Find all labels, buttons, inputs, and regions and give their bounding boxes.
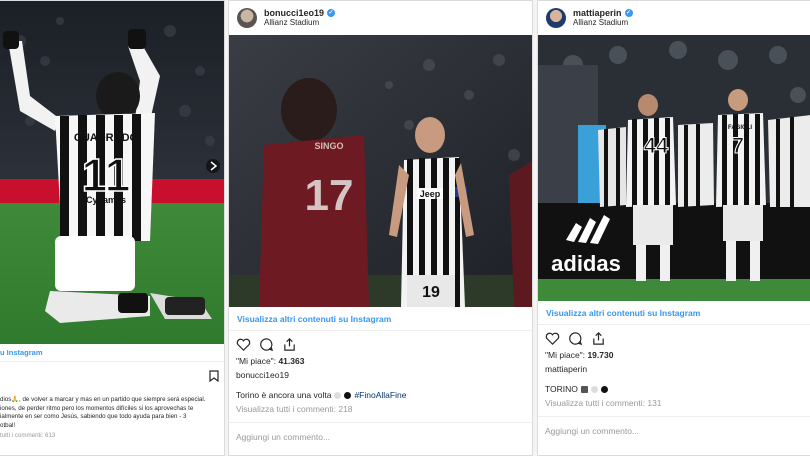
view-all-comments-link[interactable]: Visualizza tutti i commenti: 218 — [229, 402, 532, 422]
post-actions — [538, 325, 810, 348]
view-more-on-instagram-link[interactable]: Visualizza altri contenuti su Instagram — [229, 307, 532, 331]
jersey-name-text: CUADRADO — [74, 132, 139, 144]
view-more-on-instagram-link[interactable]: Visualizza altri contenuti su Instagram — [538, 301, 810, 325]
caption-line: dios🙏, de volver a marcar y mas en un pa… — [0, 396, 206, 403]
view-all-comments-link[interactable]: tutti i commenti: 613 — [0, 430, 224, 439]
avatar[interactable] — [237, 8, 257, 28]
likes-number: 19.730 — [587, 350, 614, 360]
add-comment-input[interactable]: Aggiungi un commento... — [538, 416, 810, 444]
jersey-name-text: FAGIOLI — [728, 125, 752, 131]
caption-text: Torino è ancora una volta — [236, 390, 332, 400]
likes-count[interactable]: "Mi piace": 19.730 — [538, 348, 810, 362]
opponent-name-text: SINGO — [314, 141, 343, 151]
username[interactable]: bonucci1eo19 ✓ — [264, 8, 336, 18]
post-photo-cuadrado[interactable]: CUADRADO 11 Cygames — [0, 1, 224, 344]
heart-icon[interactable] — [236, 337, 251, 352]
post-caption-cuadrado: dios🙏, de volver a marcar y mas en un pa… — [0, 362, 224, 430]
username[interactable]: mattiaperin ✓ — [573, 8, 633, 18]
photo-cuadrado-kneeling: CUADRADO 11 Cygames — [0, 1, 224, 344]
flag-emoji-icon — [580, 385, 588, 393]
caption-line: ialmente en ser como Jesús, sabiendo que… — [0, 413, 187, 420]
likes-count[interactable]: "Mi piace": 41.363 — [229, 354, 532, 368]
view-more-on-instagram-link[interactable]: u Instagram — [0, 344, 224, 362]
post-caption: TORINO — [538, 376, 810, 396]
post-photo-perin[interactable]: adidas 44 FAGIOLI 7 — [538, 35, 810, 301]
heart-icon[interactable] — [545, 331, 560, 346]
photo-team-celebration: adidas 44 FAGIOLI 7 — [538, 35, 810, 301]
post-actions — [229, 331, 532, 354]
bookmark-icon[interactable] — [209, 370, 219, 382]
location[interactable]: Allianz Stadium — [573, 18, 633, 28]
player-sponsor-text: Jeep — [420, 189, 441, 199]
share-icon[interactable] — [282, 337, 297, 352]
opponent-number-text: 17 — [305, 171, 354, 220]
verified-badge-icon: ✓ — [327, 9, 336, 17]
post-photo-bonucci[interactable]: 17 SINGO Jeep 19 — [229, 35, 532, 307]
instagram-post-bonucci: bonucci1eo19 ✓ Allianz Stadium 17 SINGO … — [228, 0, 533, 456]
post-caption: Torino è ancora una volta #FinoAllaFine — [229, 382, 532, 402]
likes-number: 41.363 — [278, 356, 305, 366]
jersey-sponsor-text: Cygames — [86, 195, 126, 205]
white-circle-emoji-icon — [590, 385, 598, 393]
comment-icon[interactable] — [259, 337, 274, 352]
view-all-comments-link[interactable]: Visualizza tutti i commenti: 131 — [538, 396, 810, 416]
adidas-board-text: adidas — [551, 251, 621, 276]
caption-line: otbal! — [0, 421, 16, 429]
post-owner[interactable]: bonucci1eo19 — [229, 368, 532, 382]
verified-badge-icon: ✓ — [624, 9, 633, 17]
photo-bonucci-match: 17 SINGO Jeep 19 — [229, 35, 532, 307]
caption-text: TORINO — [545, 384, 578, 394]
post-owner[interactable]: mattiaperin — [538, 362, 810, 376]
post-header: bonucci1eo19 ✓ Allianz Stadium — [229, 1, 532, 35]
jersey-number-text: 11 — [82, 149, 131, 201]
black-circle-emoji-icon — [344, 391, 352, 399]
add-comment-input[interactable]: Aggiungi un commento... — [229, 422, 532, 450]
black-circle-emoji-icon — [600, 385, 608, 393]
instagram-post-cuadrado: CUADRADO 11 Cygames u Instagram dios🙏, d… — [0, 0, 225, 456]
avatar[interactable] — [546, 8, 566, 28]
likes-label: "Mi piace": — [545, 350, 586, 360]
post-footer-cuadrado: dios🙏, de volver a marcar y mas en un pa… — [0, 362, 224, 439]
username-text[interactable]: mattiaperin — [573, 8, 622, 18]
location[interactable]: Allianz Stadium — [264, 18, 335, 28]
jersey-number-text: 44 — [644, 133, 669, 158]
instagram-embed-collage: CUADRADO 11 Cygames u Instagram dios🙏, d… — [0, 0, 810, 456]
share-icon[interactable] — [591, 331, 606, 346]
instagram-post-perin: mattiaperin ✓ Allianz Stadium adidas 44 … — [537, 0, 810, 456]
hashtag-link[interactable]: #FinoAllaFine — [354, 390, 406, 400]
player-number-text: 19 — [422, 284, 440, 301]
post-header: mattiaperin ✓ Allianz Stadium — [538, 1, 810, 35]
comment-icon[interactable] — [568, 331, 583, 346]
username-text[interactable]: bonucci1eo19 — [264, 8, 324, 18]
white-circle-emoji-icon — [334, 391, 342, 399]
likes-label: "Mi piace": — [236, 356, 277, 366]
caption-line: iones, de perder ritmo pero los momentos… — [0, 404, 194, 412]
jersey-number-text: 7 — [732, 133, 744, 158]
